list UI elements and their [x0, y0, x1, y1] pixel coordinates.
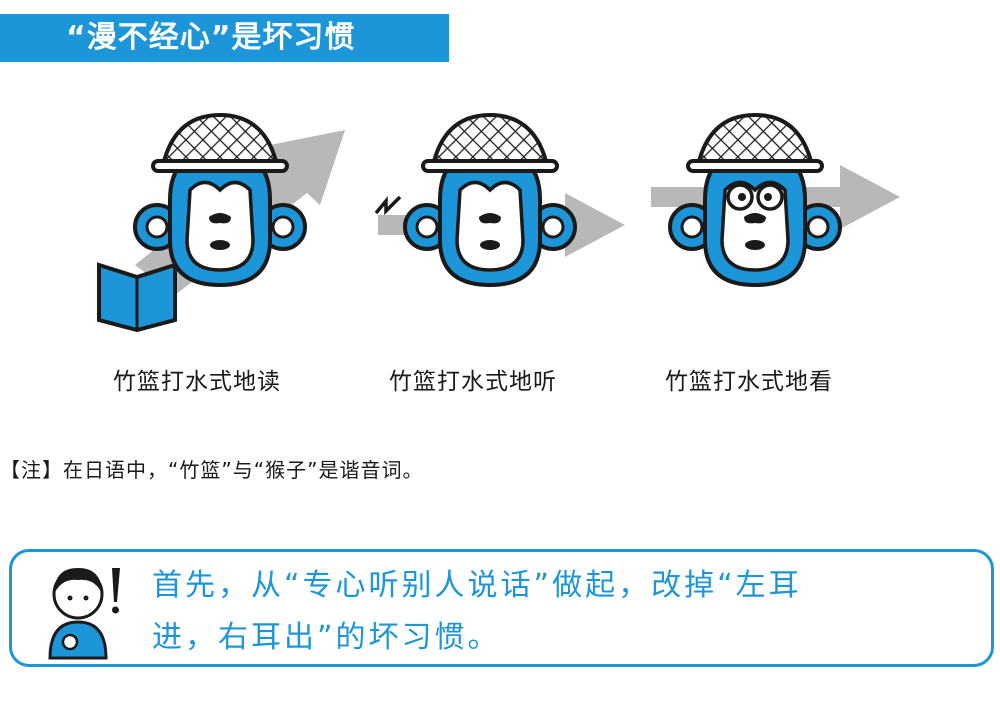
- figure-listen: [374, 113, 625, 287]
- monkey-icon: [403, 113, 577, 287]
- caption-listen: 竹篮打水式地听: [389, 369, 557, 395]
- person-exclaim-icon: [48, 568, 120, 660]
- footnote: 【注】在日语中，“竹篮”与“猴子”是谐音词。: [0, 458, 424, 482]
- caption-see: 竹篮打水式地看: [665, 369, 833, 395]
- sound-wave-icon: [374, 195, 402, 216]
- figure-see: [651, 113, 900, 287]
- callout-text: 首先，从“专心听别人说话”做起，改掉“左耳 进，右耳出”的坏习惯。: [152, 560, 982, 664]
- callout-line-2: 进，右耳出”的坏习惯。: [152, 620, 501, 655]
- caption-read: 竹篮打水式地读: [113, 369, 281, 395]
- open-book-icon: [97, 262, 177, 333]
- figure-read: [97, 113, 345, 333]
- callout-line-1: 首先，从“专心听别人说话”做起，改掉“左耳: [152, 568, 802, 603]
- page-title: “漫不经心”是坏习惯: [0, 14, 449, 62]
